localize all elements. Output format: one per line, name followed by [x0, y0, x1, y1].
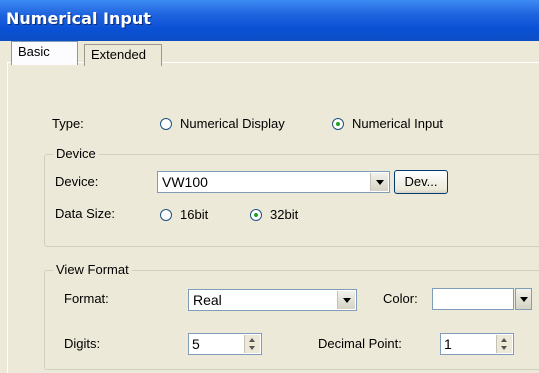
radio-numerical-display[interactable]	[160, 118, 172, 130]
device-group	[44, 154, 539, 247]
color-label: Color:	[383, 291, 418, 306]
device-value: VW100	[162, 174, 208, 190]
data-size-label: Data Size:	[55, 206, 115, 221]
chevron-down-icon[interactable]	[337, 291, 355, 309]
spin-arrows-icon[interactable]	[244, 335, 260, 353]
digits-value: 5	[192, 336, 200, 352]
window-title: Numerical Input	[6, 9, 151, 28]
radio-32bit[interactable]	[250, 209, 262, 221]
radio-16bit[interactable]	[160, 209, 172, 221]
radio-selected-dot	[254, 213, 258, 217]
title-bar: Numerical Input	[0, 0, 539, 41]
spin-arrows-icon[interactable]	[496, 335, 512, 353]
radio-selected-dot	[336, 122, 340, 126]
radio-numerical-input-label[interactable]: Numerical Input	[352, 116, 443, 131]
device-group-legend: Device	[53, 146, 99, 161]
radio-numerical-display-label[interactable]: Numerical Display	[180, 116, 285, 131]
type-label: Type:	[52, 116, 84, 131]
decimal-point-value: 1	[444, 336, 452, 352]
radio-16bit-label[interactable]: 16bit	[180, 207, 208, 222]
radio-32bit-label[interactable]: 32bit	[270, 207, 298, 222]
view-format-legend: View Format	[53, 262, 132, 277]
dev-button[interactable]: Dev...	[394, 170, 448, 194]
chevron-down-icon[interactable]	[515, 288, 532, 310]
tab-basic-label: Basic	[18, 44, 50, 59]
tab-extended[interactable]: Extended	[84, 44, 162, 66]
digits-spinner[interactable]: 5	[188, 333, 262, 355]
view-format-group	[44, 270, 539, 370]
decimal-point-label: Decimal Point:	[318, 336, 402, 351]
decimal-point-spinner[interactable]: 1	[440, 333, 514, 355]
device-combobox[interactable]: VW100	[157, 171, 390, 193]
radio-numerical-input[interactable]	[332, 118, 344, 130]
color-swatch[interactable]	[432, 288, 514, 310]
chevron-down-icon[interactable]	[370, 173, 388, 191]
tab-extended-label: Extended	[91, 47, 146, 62]
dev-button-label: Dev...	[404, 174, 438, 189]
device-label: Device:	[55, 174, 99, 189]
tab-basic[interactable]: Basic	[11, 41, 78, 65]
format-label: Format:	[64, 291, 109, 306]
format-combobox[interactable]: Real	[188, 289, 357, 311]
format-value: Real	[193, 292, 222, 308]
digits-label: Digits:	[64, 336, 101, 351]
